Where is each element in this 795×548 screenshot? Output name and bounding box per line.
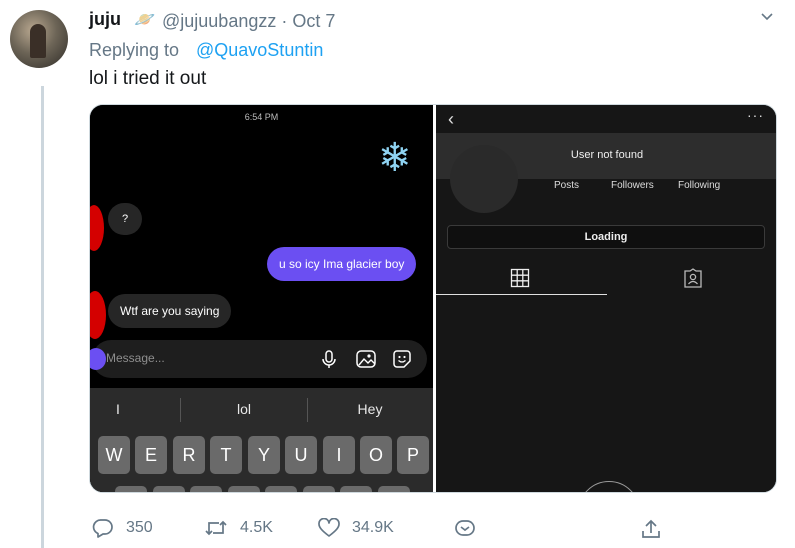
key: W — [98, 436, 130, 474]
gallery-icon — [356, 350, 376, 368]
chevron-down-icon[interactable] — [760, 10, 774, 24]
posts-label: Posts — [554, 180, 580, 191]
saturn-emoji: 🪐 — [134, 10, 156, 29]
message-placeholder: Message... — [106, 351, 165, 365]
key — [265, 486, 297, 492]
dm-screenshot: 6:54 PM ❄ ? u so icy Ima glacier boy Wtf… — [90, 105, 433, 492]
key: E — [135, 436, 167, 474]
microphone-icon — [322, 350, 336, 368]
back-icon: ‹ — [448, 109, 454, 129]
author-handle-date[interactable]: @jujuubangzz · Oct 7 — [162, 11, 335, 32]
following-label: Following — [678, 180, 721, 191]
thread-line — [41, 86, 44, 548]
tagged-icon — [684, 268, 702, 288]
retweet-button[interactable]: 4.5K — [204, 518, 273, 538]
incoming-message: ? — [108, 203, 142, 235]
like-count: 34.9K — [352, 519, 394, 536]
suggestion: lol — [236, 401, 251, 417]
key: P — [397, 436, 429, 474]
key — [190, 486, 222, 492]
loading-button: Loading — [447, 225, 765, 249]
heart-icon — [318, 518, 340, 537]
message-composer: Message... — [90, 340, 427, 378]
key — [303, 486, 335, 492]
share-button[interactable] — [640, 518, 674, 540]
replying-to-link[interactable]: @QuavoStuntin — [196, 40, 323, 61]
reply-button[interactable]: 350 — [92, 518, 153, 538]
camera-button — [90, 348, 106, 370]
key — [228, 486, 260, 492]
sticker-icon — [393, 350, 411, 368]
outgoing-message: u so icy Ima glacier boy — [267, 247, 417, 281]
retweet-count: 4.5K — [240, 519, 273, 536]
keyboard: I lol Hey W E R T Y U I O P — [90, 388, 433, 492]
key — [115, 486, 147, 492]
grid-icon — [510, 268, 530, 288]
react-icon — [455, 520, 475, 536]
divider — [180, 398, 181, 422]
active-tab-indicator — [436, 294, 607, 295]
reply-count: 350 — [126, 519, 153, 536]
user-not-found-label: User not found — [570, 149, 644, 161]
share-icon — [642, 519, 660, 538]
loading-spinner — [578, 481, 640, 492]
status-time: 6:54 PM — [244, 112, 279, 122]
key: R — [173, 436, 205, 474]
redacted-avatar — [90, 205, 104, 251]
key: O — [360, 436, 392, 474]
key — [153, 486, 185, 492]
replying-to-label: Replying to — [89, 40, 180, 60]
reply-icon — [92, 519, 113, 538]
key: Y — [248, 436, 280, 474]
like-button[interactable]: 34.9K — [318, 518, 394, 538]
key: T — [210, 436, 242, 474]
incoming-message: Wtf are you saying — [108, 294, 232, 328]
react-button[interactable] — [454, 518, 488, 538]
tweet-text: lol i tried it out — [89, 68, 207, 89]
redacted-avatar — [90, 291, 106, 339]
retweet-icon — [205, 520, 227, 536]
suggestion: Hey — [357, 401, 383, 417]
avatar[interactable] — [10, 10, 68, 68]
snowflake-sticker: ❄ — [378, 136, 412, 180]
suggestion: I — [116, 401, 120, 417]
key: U — [285, 436, 317, 474]
tweet-media[interactable]: 6:54 PM ❄ ? u so icy Ima glacier boy Wtf… — [89, 104, 777, 493]
divider — [307, 398, 308, 422]
profile-screenshot: ‹ ··· User not found Posts Followers Fol… — [436, 105, 776, 492]
more-icon: ··· — [747, 107, 764, 123]
key — [378, 486, 410, 492]
key — [340, 486, 372, 492]
followers-label: Followers — [611, 180, 654, 191]
author-name[interactable]: juju — [89, 9, 121, 30]
key: I — [323, 436, 355, 474]
